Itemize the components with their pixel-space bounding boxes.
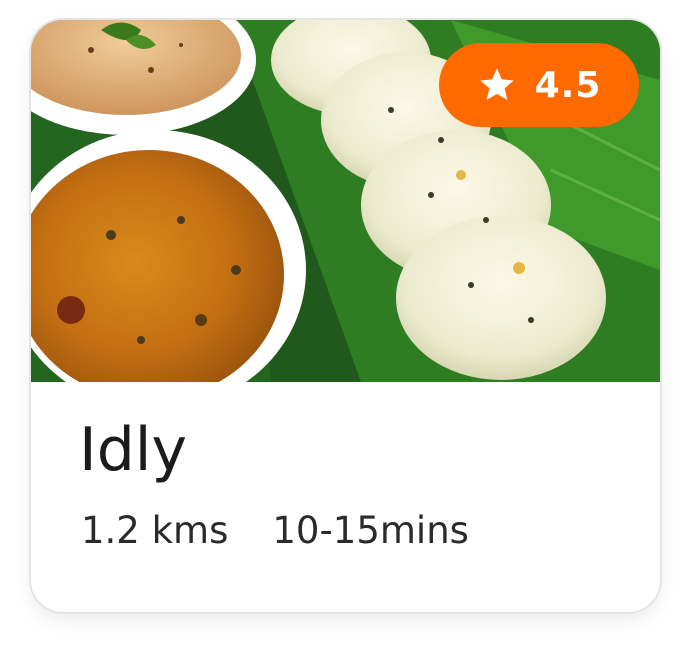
star-icon — [477, 65, 517, 105]
distance-label: 1.2 kms — [81, 509, 229, 552]
food-title: Idly — [79, 415, 187, 485]
delivery-time-label: 10-15mins — [272, 509, 469, 552]
rating-value: 4.5 — [534, 64, 602, 106]
food-card[interactable]: 4.5 Idly 1.2 kms 10-15mins — [31, 20, 660, 612]
rating-badge: 4.5 — [439, 43, 639, 127]
food-meta: 1.2 kms 10-15mins — [81, 512, 469, 549]
